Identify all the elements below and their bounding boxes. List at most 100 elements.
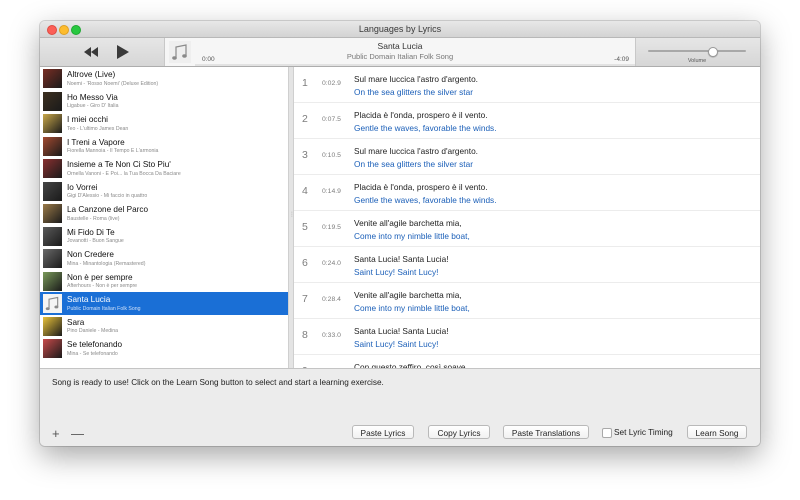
minimize-window-button[interactable] bbox=[59, 25, 69, 35]
song-list-item[interactable]: Non Credere Mina - Minantologia (Remaster… bbox=[40, 247, 288, 270]
remove-song-button[interactable]: — bbox=[71, 427, 84, 440]
lyric-row[interactable]: 5 0:19.5 Venite all'agile barchetta mia, Co… bbox=[294, 211, 760, 247]
remaining-time: -4:09 bbox=[614, 56, 629, 63]
song-list[interactable]: Altrove (Live) Noemi - 'Rosso Noemi' (Del… bbox=[40, 67, 289, 368]
song-subtitle: Afterhours - Non è per sempre bbox=[67, 283, 138, 289]
song-title: Mi Fido Di Te bbox=[67, 227, 115, 237]
song-subtitle: Pino Daniele - Medina bbox=[67, 328, 119, 334]
song-list-item[interactable]: Mi Fido Di Te Jovanotti - Buon Sangue bbox=[40, 225, 288, 248]
lyric-row[interactable]: 3 0:10.5 Sul mare luccica l'astro d'argent… bbox=[294, 139, 760, 175]
status-message: Song is ready to use! Click on the Learn… bbox=[52, 378, 384, 387]
lyric-original: Sul mare luccica l'astro d'argento. bbox=[354, 146, 478, 156]
song-title: Altrove (Live) bbox=[67, 70, 116, 79]
lyric-number: 5 bbox=[302, 221, 308, 233]
song-title: Ho Messo Via bbox=[67, 92, 118, 102]
song-subtitle: Jovanotti - Buon Sangue bbox=[67, 238, 124, 244]
lyrics-table[interactable]: 1 0:02.9 Sul mare luccica l'astro d'argent… bbox=[294, 67, 760, 368]
lyric-number: 3 bbox=[302, 149, 308, 161]
album-art bbox=[43, 271, 62, 291]
title-bar: Languages by Lyrics bbox=[40, 21, 760, 38]
album-art bbox=[43, 339, 62, 358]
add-song-button[interactable]: + bbox=[52, 427, 60, 440]
song-title: Sara bbox=[67, 317, 85, 327]
paste-translations-button[interactable]: Paste Translations bbox=[503, 425, 589, 439]
song-title: I Treni a Vapore bbox=[67, 137, 125, 147]
lyric-number: 4 bbox=[302, 185, 308, 197]
lyric-number: 8 bbox=[302, 329, 308, 341]
music-note-icon bbox=[43, 294, 62, 313]
lyric-translation: Gentle the waves, favorable the winds. bbox=[354, 123, 497, 133]
lyric-row[interactable]: 1 0:02.9 Sul mare luccica l'astro d'argent… bbox=[294, 67, 760, 103]
album-art bbox=[43, 316, 62, 336]
lyric-time: 0:33.0 bbox=[322, 332, 341, 339]
album-art bbox=[43, 136, 62, 156]
learn-song-button[interactable]: Learn Song bbox=[687, 425, 747, 439]
song-subtitle: Ligabue - Giro D' Italia bbox=[67, 103, 119, 109]
song-list-item[interactable]: La Canzone del Parco Baustelle - Roma (li… bbox=[40, 202, 288, 225]
song-title: Santa Lucia bbox=[67, 295, 111, 304]
play-icon bbox=[117, 45, 129, 59]
lyric-time: 0:24.0 bbox=[322, 260, 341, 267]
album-art bbox=[43, 159, 62, 178]
now-playing-title: Santa Lucia bbox=[377, 41, 423, 51]
song-list-item[interactable]: I miei occhi Teo - L'ultimo James Dean bbox=[40, 112, 288, 135]
song-title: La Canzone del Parco bbox=[67, 205, 149, 214]
song-title: Insieme a Te Non Ci Sto Piu' bbox=[67, 160, 171, 169]
close-window-button[interactable] bbox=[47, 25, 57, 35]
lyric-time: 0:19.5 bbox=[322, 224, 341, 231]
playback-progress-bar[interactable] bbox=[195, 64, 635, 66]
paste-lyrics-button[interactable]: Paste Lyrics bbox=[352, 425, 414, 439]
copy-lyrics-button[interactable]: Copy Lyrics bbox=[428, 425, 490, 439]
lyric-translation: Saint Lucy! Saint Lucy! bbox=[354, 339, 439, 349]
lyric-row[interactable]: 7 0:28.4 Venite all'agile barchetta mia, Co… bbox=[294, 283, 760, 319]
now-playing-display: Santa Lucia Public Domain Italian Folk S… bbox=[164, 38, 636, 66]
volume-slider[interactable] bbox=[648, 47, 746, 57]
lyric-translation: On the sea glitters the silver star bbox=[354, 159, 473, 169]
elapsed-time: 0:00 bbox=[202, 56, 215, 63]
album-art bbox=[43, 114, 62, 133]
lyric-row[interactable]: 6 0:24.0 Santa Lucia! Santa Lucia! Saint Lu… bbox=[294, 247, 760, 283]
song-list-item[interactable]: I Treni a Vapore Fiorella Mannoia - Il Te… bbox=[40, 135, 288, 158]
song-list-item[interactable]: Insieme a Te Non Ci Sto Piu' Ornella Vano… bbox=[40, 157, 288, 180]
lyric-row[interactable]: 4 0:14.9 Placida è l'onda, prospero è il v… bbox=[294, 175, 760, 211]
song-subtitle: Noemi - 'Rosso Noemi' (Deluxe Edition) bbox=[67, 80, 159, 87]
song-list-item[interactable]: Io Vorrei Gigi D'Alessio - Mi faccio in q… bbox=[40, 180, 288, 203]
song-list-item[interactable]: Altrove (Live) Noemi - 'Rosso Noemi' (Del… bbox=[40, 67, 288, 90]
lyric-number: 7 bbox=[302, 293, 308, 305]
lyric-translation: On the sea glitters the silver star bbox=[354, 87, 473, 97]
song-list-item[interactable]: Ho Messo Via Ligabue - Giro D' Italia bbox=[40, 90, 288, 113]
song-list-item[interactable]: Non è per sempre Afterhours - Non è per s… bbox=[40, 270, 288, 293]
volume-slider-knob[interactable] bbox=[707, 47, 718, 57]
album-art bbox=[43, 69, 62, 88]
album-art bbox=[43, 249, 62, 268]
play-button[interactable] bbox=[112, 43, 134, 61]
lyric-translation: Come into my nimble little boat, bbox=[354, 231, 470, 241]
lyric-original: Venite all'agile barchetta mia, bbox=[354, 218, 462, 228]
lyric-number: 1 bbox=[302, 77, 308, 89]
song-list-item[interactable]: Santa Lucia Public Domain Italian Folk So… bbox=[40, 292, 288, 315]
lyric-original: Placida è l'onda, prospero è il vento. bbox=[354, 182, 488, 192]
lyric-time: 0:28.4 bbox=[322, 296, 341, 303]
album-art bbox=[43, 181, 62, 201]
set-lyric-timing-label[interactable]: Set Lyric Timing bbox=[614, 427, 673, 437]
song-subtitle: Mina - Minantologia (Remastered) bbox=[67, 260, 146, 267]
song-subtitle: Mina - Se telefonando bbox=[67, 350, 118, 357]
set-lyric-timing-checkbox[interactable] bbox=[602, 428, 612, 438]
now-playing-artist: Public Domain Italian Folk Song bbox=[346, 52, 454, 61]
lyric-translation: Gentle the waves, favorable the winds. bbox=[354, 195, 497, 205]
lyric-translation: Saint Lucy! Saint Lucy! bbox=[354, 267, 439, 277]
song-title: I miei occhi bbox=[67, 115, 108, 124]
lyric-row[interactable]: 8 0:33.0 Santa Lucia! Santa Lucia! Saint Lu… bbox=[294, 319, 760, 355]
album-art bbox=[43, 204, 62, 223]
zoom-window-button[interactable] bbox=[71, 25, 81, 35]
song-subtitle: Public Domain Italian Folk Song bbox=[67, 305, 141, 312]
song-title: Non Credere bbox=[67, 250, 114, 259]
song-list-item[interactable]: Sara Pino Daniele - Medina bbox=[40, 315, 288, 338]
rewind-icon bbox=[84, 47, 98, 57]
lyric-row[interactable]: 90:37.5Con questo zeffiro, così soave, bbox=[294, 355, 760, 368]
lyric-time: 0:02.9 bbox=[322, 80, 341, 87]
song-list-item[interactable]: Se telefonando Mina - Se telefonando bbox=[40, 337, 288, 360]
rewind-button[interactable] bbox=[80, 43, 102, 61]
lyric-row[interactable]: 2 0:07.5 Placida è l'onda, prospero è il v… bbox=[294, 103, 760, 139]
lyric-time: 0:10.5 bbox=[322, 152, 341, 159]
